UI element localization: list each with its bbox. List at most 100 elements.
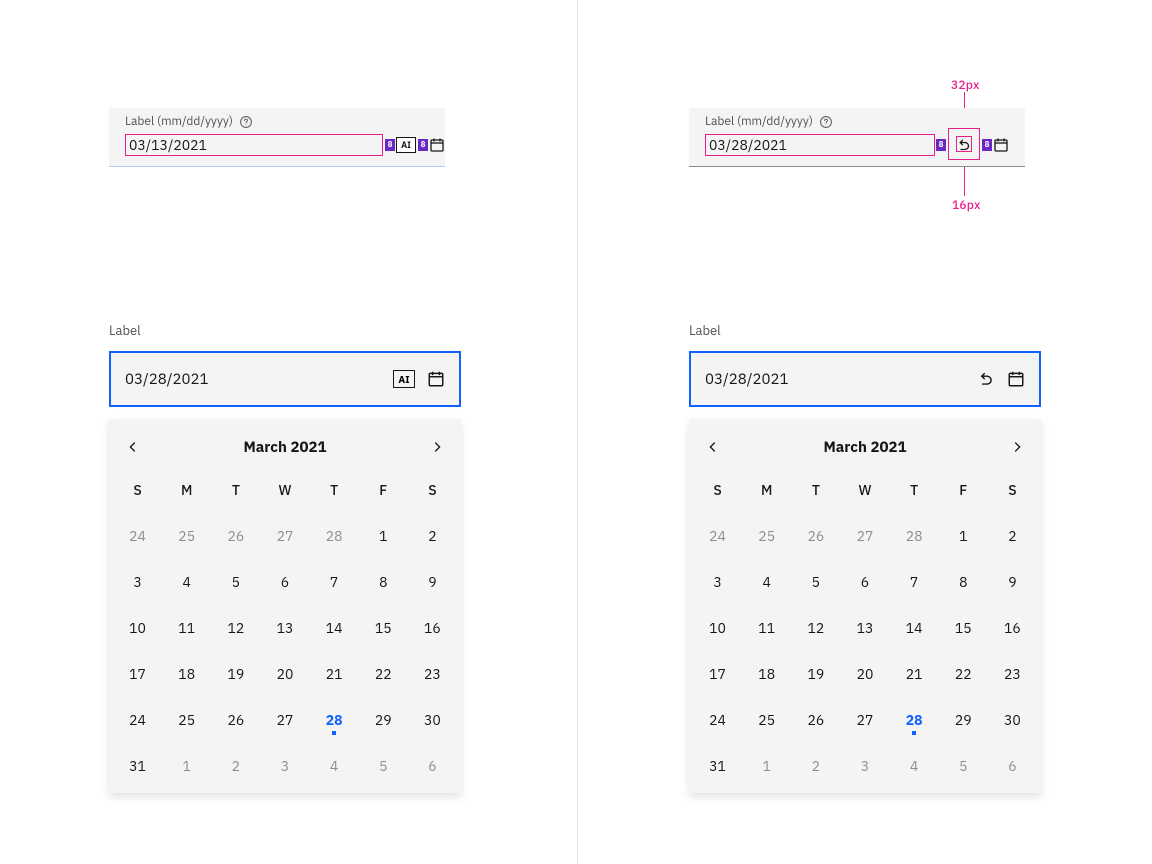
calendar-day[interactable]: 17: [693, 651, 742, 697]
calendar-day[interactable]: 16: [988, 605, 1037, 651]
calendar-day[interactable]: 20: [840, 651, 889, 697]
calendar-day[interactable]: 3: [693, 559, 742, 605]
calendar-day[interactable]: 25: [742, 697, 791, 743]
help-icon[interactable]: [239, 115, 253, 129]
calendar-day[interactable]: 26: [791, 513, 840, 559]
calendar-day[interactable]: 31: [113, 743, 162, 789]
calendar-day[interactable]: 28: [310, 697, 359, 743]
undo-icon[interactable]: [954, 135, 974, 155]
calendar-icon[interactable]: [1007, 370, 1025, 388]
calendar-day[interactable]: 26: [791, 697, 840, 743]
calendar-day[interactable]: 1: [162, 743, 211, 789]
calendar-day[interactable]: 6: [408, 743, 457, 789]
calendar-day[interactable]: 2: [791, 743, 840, 789]
prev-month-button[interactable]: [121, 435, 145, 459]
calendar-day[interactable]: 24: [693, 697, 742, 743]
calendar-icon[interactable]: [429, 137, 445, 153]
date-input[interactable]: 03/13/2021: [125, 134, 383, 156]
ai-icon[interactable]: AI: [393, 370, 415, 388]
calendar-day[interactable]: 4: [890, 743, 939, 789]
calendar-day[interactable]: 8: [939, 559, 988, 605]
calendar-day[interactable]: 1: [939, 513, 988, 559]
next-month-button[interactable]: [1005, 435, 1029, 459]
calendar-day[interactable]: 6: [840, 559, 889, 605]
calendar-day[interactable]: 2: [211, 743, 260, 789]
calendar-day[interactable]: 24: [113, 513, 162, 559]
calendar-day[interactable]: 31: [693, 743, 742, 789]
calendar-day[interactable]: 27: [260, 513, 309, 559]
calendar-day[interactable]: 14: [310, 605, 359, 651]
calendar-day[interactable]: 15: [939, 605, 988, 651]
calendar-day[interactable]: 16: [408, 605, 457, 651]
undo-icon[interactable]: [977, 370, 995, 388]
calendar-day[interactable]: 3: [113, 559, 162, 605]
calendar-day[interactable]: 1: [359, 513, 408, 559]
calendar-day[interactable]: 10: [113, 605, 162, 651]
calendar-day[interactable]: 13: [260, 605, 309, 651]
calendar-day[interactable]: 25: [162, 697, 211, 743]
calendar-day[interactable]: 5: [939, 743, 988, 789]
calendar-day[interactable]: 7: [310, 559, 359, 605]
calendar-day[interactable]: 27: [260, 697, 309, 743]
calendar-day[interactable]: 26: [211, 697, 260, 743]
calendar-day[interactable]: 4: [742, 559, 791, 605]
calendar-day[interactable]: 12: [211, 605, 260, 651]
calendar-day[interactable]: 11: [742, 605, 791, 651]
calendar-day[interactable]: 6: [988, 743, 1037, 789]
calendar-day[interactable]: 29: [359, 697, 408, 743]
calendar-day[interactable]: 24: [113, 697, 162, 743]
calendar-day[interactable]: 19: [791, 651, 840, 697]
calendar-day[interactable]: 23: [988, 651, 1037, 697]
calendar-day[interactable]: 9: [988, 559, 1037, 605]
calendar-day[interactable]: 19: [211, 651, 260, 697]
calendar-day[interactable]: 2: [408, 513, 457, 559]
calendar-day[interactable]: 24: [693, 513, 742, 559]
calendar-day[interactable]: 28: [890, 697, 939, 743]
calendar-day[interactable]: 3: [260, 743, 309, 789]
calendar-day[interactable]: 22: [359, 651, 408, 697]
prev-month-button[interactable]: [701, 435, 725, 459]
help-icon[interactable]: [819, 115, 833, 129]
calendar-day[interactable]: 11: [162, 605, 211, 651]
calendar-day[interactable]: 10: [693, 605, 742, 651]
calendar-day[interactable]: 13: [840, 605, 889, 651]
calendar-day[interactable]: 25: [162, 513, 211, 559]
calendar-day[interactable]: 21: [310, 651, 359, 697]
calendar-day[interactable]: 14: [890, 605, 939, 651]
calendar-day[interactable]: 2: [988, 513, 1037, 559]
next-month-button[interactable]: [425, 435, 449, 459]
calendar-icon[interactable]: [427, 370, 445, 388]
date-input[interactable]: 03/28/2021: [705, 134, 935, 156]
calendar-day[interactable]: 1: [742, 743, 791, 789]
calendar-day[interactable]: 6: [260, 559, 309, 605]
calendar-day[interactable]: 30: [988, 697, 1037, 743]
calendar-day[interactable]: 5: [211, 559, 260, 605]
calendar-day[interactable]: 23: [408, 651, 457, 697]
calendar-day[interactable]: 9: [408, 559, 457, 605]
calendar-icon[interactable]: [993, 137, 1009, 153]
calendar-day[interactable]: 30: [408, 697, 457, 743]
calendar-day[interactable]: 8: [359, 559, 408, 605]
calendar-day[interactable]: 29: [939, 697, 988, 743]
calendar-day[interactable]: 27: [840, 697, 889, 743]
calendar-day[interactable]: 15: [359, 605, 408, 651]
calendar-day[interactable]: 22: [939, 651, 988, 697]
calendar-day[interactable]: 27: [840, 513, 889, 559]
calendar-day[interactable]: 18: [742, 651, 791, 697]
date-input-expanded[interactable]: 03/28/2021 AI: [109, 351, 461, 407]
ai-icon[interactable]: AI: [396, 137, 416, 153]
date-input-expanded[interactable]: 03/28/2021: [689, 351, 1041, 407]
calendar-day[interactable]: 25: [742, 513, 791, 559]
calendar-day[interactable]: 28: [310, 513, 359, 559]
calendar-day[interactable]: 17: [113, 651, 162, 697]
calendar-day[interactable]: 12: [791, 605, 840, 651]
calendar-day[interactable]: 21: [890, 651, 939, 697]
calendar-day[interactable]: 5: [791, 559, 840, 605]
calendar-day[interactable]: 3: [840, 743, 889, 789]
calendar-day[interactable]: 28: [890, 513, 939, 559]
calendar-day[interactable]: 20: [260, 651, 309, 697]
calendar-day[interactable]: 5: [359, 743, 408, 789]
calendar-day[interactable]: 4: [310, 743, 359, 789]
calendar-day[interactable]: 7: [890, 559, 939, 605]
calendar-day[interactable]: 4: [162, 559, 211, 605]
